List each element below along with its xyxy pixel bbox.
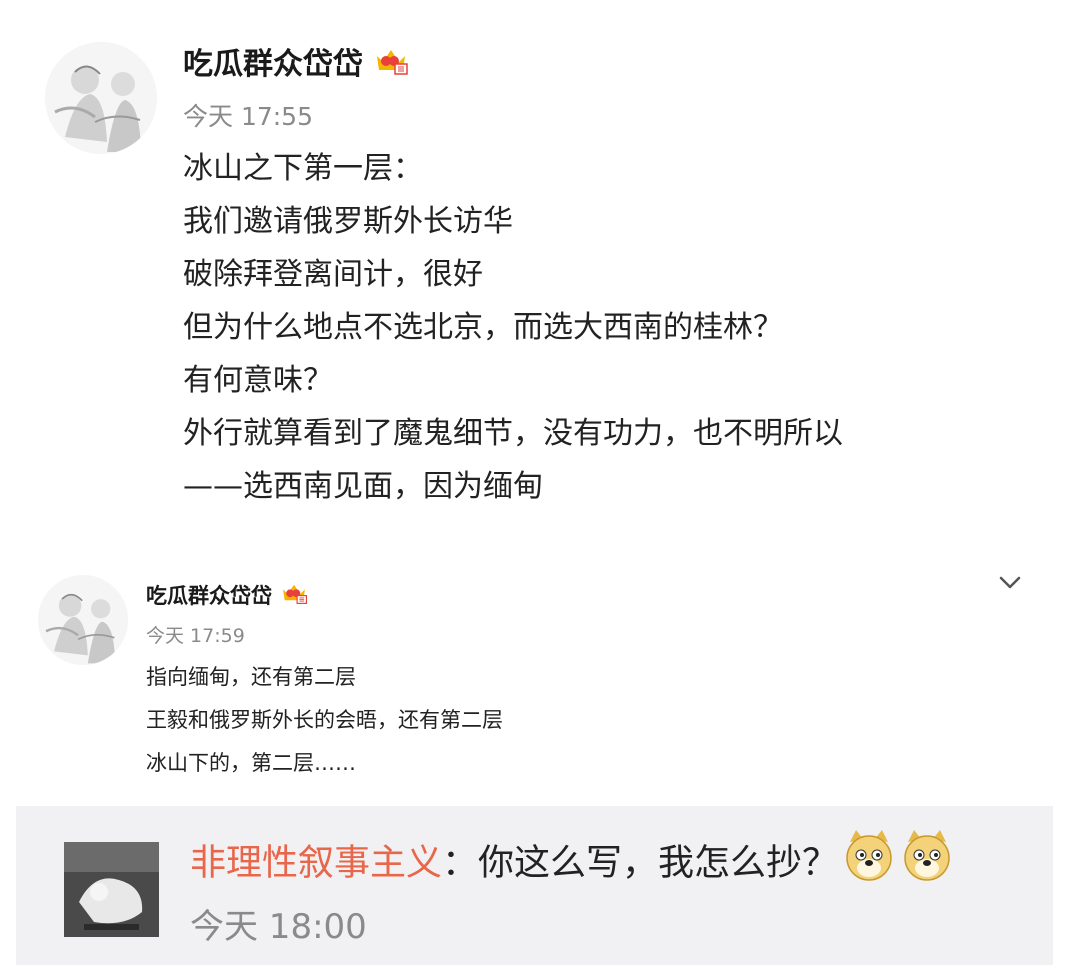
reply-comment: 非理性叙事主义：你这么写，我怎么抄？ 今天 18:00 <box>16 806 1053 965</box>
user-avatar[interactable] <box>38 575 128 665</box>
post-line: ——选西南见面，因为缅甸 <box>183 469 543 504</box>
vip-crown-icon <box>373 44 409 87</box>
reply-text-line: 非理性叙事主义：你这么写，我怎么抄？ <box>190 828 954 901</box>
doge-emoji-icon <box>900 828 954 901</box>
reply-avatar[interactable] <box>64 842 159 937</box>
post-2: 吃瓜群众岱岱 今天 17:59 指向缅甸，还有第二层 王毅和俄罗斯外长的会晤，还… <box>0 560 1080 800</box>
reply-username[interactable]: 非理性叙事主义 <box>190 843 442 884</box>
username[interactable]: 吃瓜群众岱岱 <box>146 580 308 614</box>
post-time: 今天 17:55 <box>183 102 313 131</box>
post-line: 冰山下的，第二层…… <box>146 751 356 775</box>
post-line: 有何意味？ <box>183 363 333 398</box>
post-content: 指向缅甸，还有第二层 王毅和俄罗斯外长的会晤，还有第二层 冰山下的，第二层…… <box>146 656 503 785</box>
post-line: 指向缅甸，还有第二层 <box>146 665 356 689</box>
post-time: 今天 17:59 <box>146 625 245 647</box>
post-line: 王毅和俄罗斯外长的会晤，还有第二层 <box>146 708 503 732</box>
vip-crown-icon <box>280 580 308 614</box>
post-line: 但为什么地点不选北京，而选大西南的桂林？ <box>183 310 783 345</box>
post-line: 外行就算看到了魔鬼细节，没有功力，也不明所以 <box>183 416 843 451</box>
post-content: 冰山之下第一层： 我们邀请俄罗斯外长访华 破除拜登离间计，很好 但为什么地点不选… <box>183 142 843 513</box>
doge-emoji-icon <box>842 828 896 901</box>
user-avatar[interactable] <box>45 42 157 154</box>
reply-separator: ： <box>442 842 479 884</box>
username[interactable]: 吃瓜群众岱岱 <box>183 44 409 87</box>
post-line: 破除拜登离间计，很好 <box>183 257 483 292</box>
post-line: 我们邀请俄罗斯外长访华 <box>183 204 513 239</box>
post-1: 吃瓜群众岱岱 今天 17:55 冰山之下第一层： 我们邀请俄罗斯外长访华 破除拜… <box>0 0 1080 540</box>
post-line: 冰山之下第一层： <box>183 151 423 186</box>
chevron-down-icon[interactable] <box>996 568 1024 596</box>
reply-message: 你这么写，我怎么抄？ <box>478 842 839 884</box>
reply-time: 今天 18:00 <box>190 907 367 947</box>
